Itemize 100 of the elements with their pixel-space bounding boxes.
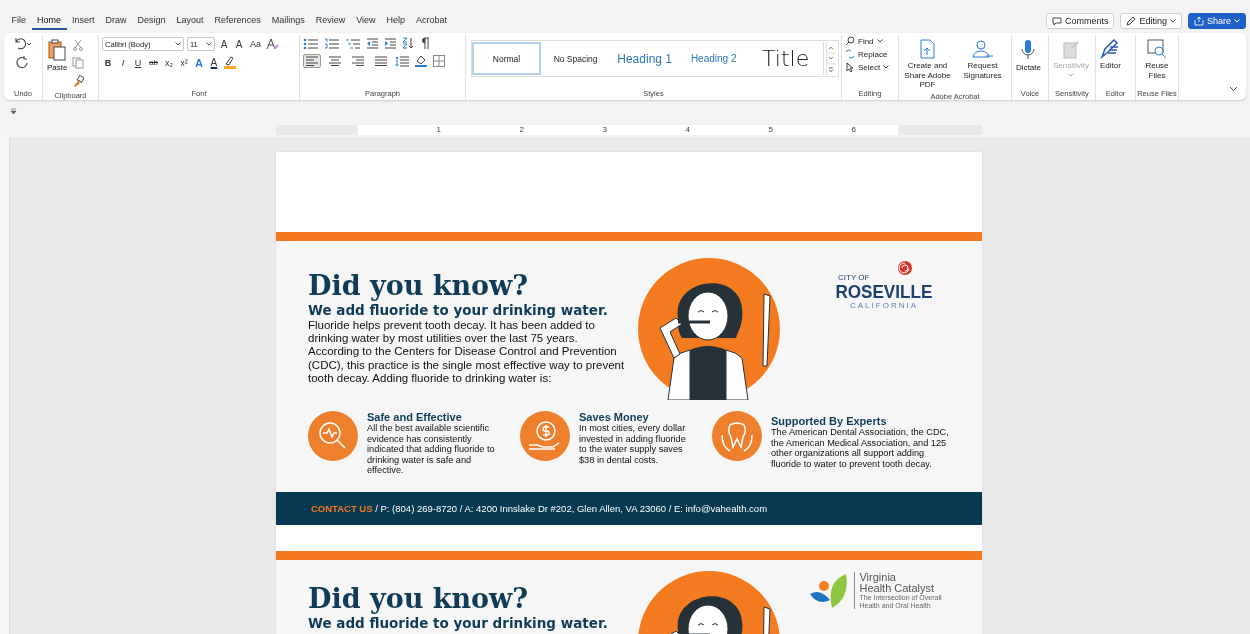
increase-indent-icon[interactable] [384,37,397,49]
alignment-icon [375,56,387,66]
gallery-scroll-arrows-icon[interactable] [823,42,838,75]
format-painter-icon[interactable] [72,75,85,87]
flyer-heading: Did you know? [308,271,530,301]
clipboard-icon [47,39,68,61]
comments-button[interactable]: Comments [1045,13,1115,29]
feature-text: All the best available scientific evidence has consistently indicated that adding fluoride to drinking water is safe and effective. [367,423,496,476]
sort-icon[interactable] [402,37,415,49]
chevron-down-icon [1068,72,1074,77]
search-icon [845,36,855,46]
logo-text: Virginia [859,572,897,584]
ribbon-tab[interactable]: References [209,12,267,30]
ribbon-tab[interactable]: Acrobat [410,12,453,30]
undo-icon[interactable] [13,37,33,51]
ribbon-tab[interactable]: Insert [66,12,101,30]
cursor-arrow-icon [845,62,855,72]
ribbon-tab[interactable]: File [6,12,32,30]
alignment-icon [352,56,364,66]
style-option[interactable]: Heading 2 [679,42,749,75]
rose-icon [896,260,914,276]
flyer-subheading: We add fluoride to your drinking water. [308,615,609,631]
chevron-down-icon [1169,19,1176,23]
borders-icon[interactable] [433,55,445,67]
ribbon-tab[interactable]: View [350,12,382,30]
bullet-list-icon[interactable] [303,37,319,49]
line-spacing-icon[interactable] [395,55,409,67]
highlighter-icon[interactable] [222,56,237,69]
align-left-button[interactable] [303,54,321,68]
grow-font-button[interactable]: A [218,38,230,50]
editor-button[interactable]: Editor [1099,37,1122,73]
find-button[interactable]: Find [845,36,895,46]
ribbon-tab[interactable]: Mailings [266,12,311,30]
feature-text: In most cities, every dollar invested in adding fluoride to the water supply saves $38 in dental costs. [579,423,687,466]
document-tag-icon [1062,39,1080,59]
pencil-icon [1126,16,1137,26]
feature-text: The American Dental Association, the CDC, the American Medical Association, and 125 other organizations all support adding fluoride to water to prevent tooth decay. [771,427,950,470]
chevron-down-icon [175,42,181,46]
person-signature-icon [971,39,994,59]
style-option[interactable]: Normal [472,42,542,75]
paste-button[interactable]: Paste [46,37,69,75]
decrease-indent-icon[interactable] [366,37,379,49]
speech-bubble-icon [1051,16,1062,26]
request-signatures-button[interactable]: Request Signatures [957,37,1008,83]
create-adobe-pdf-button[interactable]: Create and Share Adobe PDF [902,37,953,92]
dictate-button[interactable]: Dictate [1015,37,1042,75]
reuse-files-button[interactable]: Reuse Files [1139,37,1175,83]
document-upload-icon [918,39,937,59]
ruler-number: 6 [850,124,856,135]
underline-button[interactable]: U [132,57,144,68]
style-option[interactable]: No Spacing [541,42,611,75]
change-case-button[interactable]: Aa [248,39,263,49]
clear-formatting-icon[interactable] [266,38,279,50]
multilevel-list-icon[interactable] [345,37,361,49]
align-center-button[interactable] [326,54,344,68]
ribbon-tab[interactable]: Layout [171,12,210,30]
file-search-icon [1147,39,1167,59]
editing-mode-button[interactable]: Editing [1120,13,1182,29]
customize-toolbar-icon[interactable] [10,107,17,115]
ribbon-tab[interactable]: Draw [100,12,133,30]
ribbon-tab[interactable]: Review [310,12,351,30]
ribbon-tab[interactable]: Design [132,12,172,30]
coin-in-hand-icon [520,411,570,461]
chevron-down-icon [883,65,890,69]
tooth-in-hands-icon [712,411,762,461]
ribbon-tab[interactable]: Home [31,12,67,30]
align-right-button[interactable] [349,54,367,68]
flyer-heading: Did you know? [308,583,530,614]
shrink-font-button[interactable]: A [233,38,245,50]
redo-icon[interactable] [16,56,30,70]
select-button[interactable]: Select [845,62,895,72]
replace-button[interactable]: Replace [845,49,895,59]
chevron-down-icon [1234,19,1240,23]
text-effects-button[interactable]: A [192,56,205,69]
collapse-ribbon-icon[interactable] [1229,86,1238,92]
chevron-down-icon [876,39,883,43]
logo-text: CITY OF [838,273,870,282]
numbered-list-icon[interactable] [324,37,340,49]
style-option[interactable]: Heading 1 [610,42,680,75]
flyer-subheading: We add fluoride to your drinking water. [308,302,609,318]
shading-icon[interactable] [414,55,428,67]
alignment-icon [329,56,341,66]
ruler-number: 5 [767,124,773,135]
strikethrough-button[interactable]: ab [147,58,160,67]
bold-button[interactable]: B [102,57,114,68]
superscript-button[interactable]: x² [177,57,190,68]
microphone-icon [1021,39,1036,61]
pilcrow-icon[interactable] [420,37,430,49]
feature-title: Safe and Effective [367,411,463,423]
logo-text: CALIFORNIA [850,301,918,310]
chevron-down-icon [206,42,212,46]
share-button[interactable]: Share [1187,13,1246,29]
subscript-button[interactable]: x₂ [162,57,175,68]
ribbon-tab[interactable]: Help [381,12,411,30]
replace-icon [845,49,855,59]
italic-button[interactable]: I [117,57,129,68]
font-color-button[interactable]: A [207,57,220,68]
style-option[interactable]: Title [748,42,824,75]
align-justify-button[interactable] [372,54,390,68]
ruler-number: 1 [435,124,441,135]
